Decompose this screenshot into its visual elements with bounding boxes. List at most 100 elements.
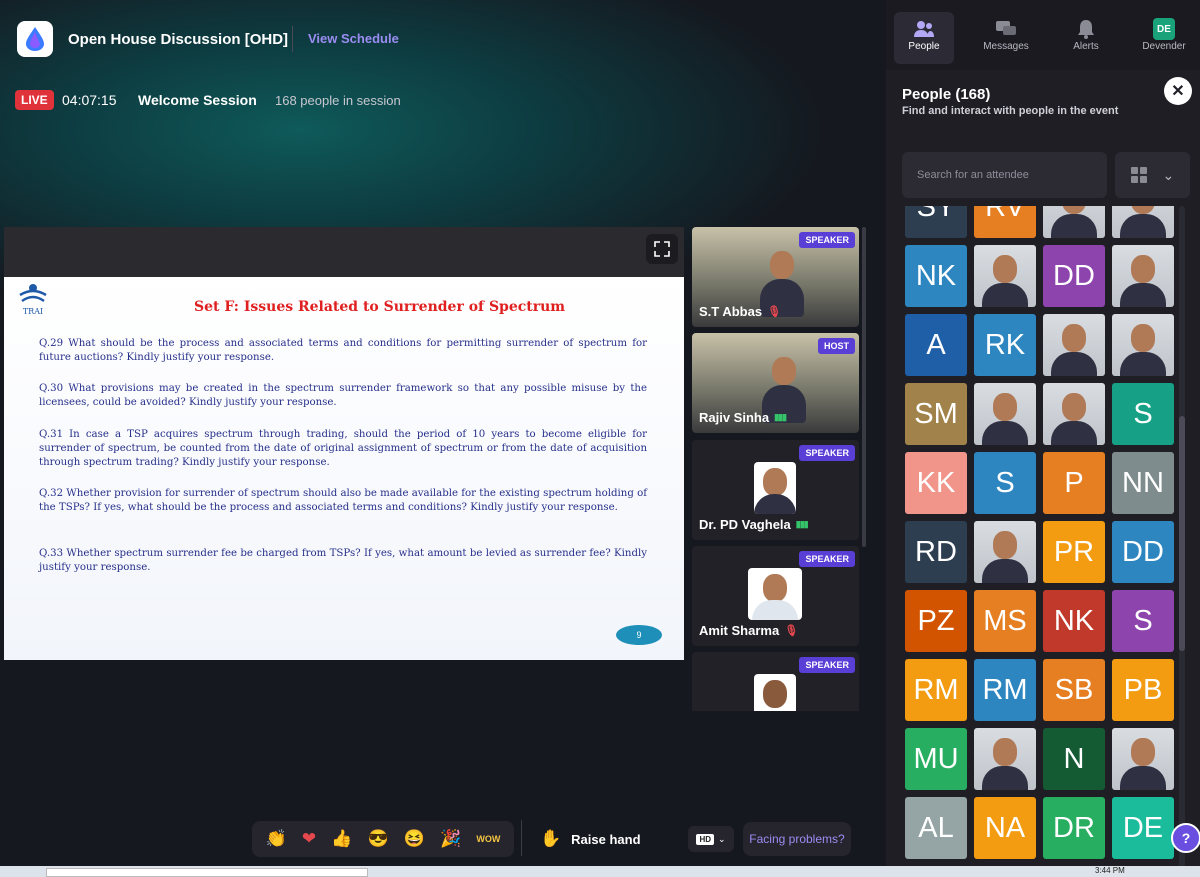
speaker-tile[interactable]: SPEAKER Dr. PD Vaghela ▮▮▮	[692, 440, 859, 540]
attendee-initials: PR	[1053, 535, 1095, 568]
attendee-avatar[interactable]: S	[974, 452, 1036, 514]
attendee-initials: MU	[913, 742, 959, 775]
cool-icon[interactable]: 😎	[368, 829, 389, 849]
attendee-avatar[interactable]: NA	[974, 797, 1036, 859]
attendee-scrollbar[interactable]	[1179, 206, 1185, 871]
attendee-avatar[interactable]: RM	[905, 659, 967, 721]
attendee-avatar[interactable]	[1112, 314, 1174, 376]
attendee-avatar[interactable]: NK	[1043, 590, 1105, 652]
attendee-avatar[interactable]: RM	[974, 659, 1036, 721]
avatar	[754, 462, 796, 514]
speaker-tile[interactable]: SPEAKER S.T Abbas 🎙	[692, 227, 859, 327]
tab-people[interactable]: People	[894, 12, 954, 64]
attendee-initials: SM	[914, 397, 958, 430]
attendee-avatar[interactable]: SM	[905, 383, 967, 445]
speaker-tile[interactable]: SPEAKER Amit Sharma 🎙	[692, 546, 859, 646]
attendee-avatar[interactable]: N	[1043, 728, 1105, 790]
divider	[292, 26, 293, 52]
tab-profile[interactable]: DE Devender	[1134, 12, 1194, 64]
speaker-scrollbar[interactable]	[862, 227, 866, 547]
attendee-initials: DE	[1122, 811, 1164, 844]
attendee-avatar[interactable]	[974, 383, 1036, 445]
attendee-initials: S	[1133, 397, 1153, 430]
quality-selector[interactable]: HD ⌄	[688, 826, 734, 852]
attendee-avatar[interactable]	[1043, 206, 1105, 238]
attendee-avatar[interactable]	[1112, 206, 1174, 238]
top-bar: Open House Discussion [OHD] View Schedul…	[0, 0, 886, 78]
attendee-initials: SY	[916, 206, 956, 223]
attendee-initials: DD	[1122, 535, 1164, 568]
attendee-avatar[interactable]	[1043, 383, 1105, 445]
attendee-avatar[interactable]: P	[1043, 452, 1105, 514]
help-button[interactable]: ?	[1171, 823, 1200, 853]
speaker-list[interactable]: SPEAKER S.T Abbas 🎙 HOST Rajiv Sinha ▮▮▮ S…	[692, 227, 859, 711]
attendee-initials: PB	[1123, 673, 1163, 706]
mic-off-icon: 🎙	[767, 306, 782, 318]
attendee-avatar[interactable]: DE	[1112, 797, 1174, 859]
attendee-avatar[interactable]: RV	[974, 206, 1036, 238]
tab-alerts[interactable]: Alerts	[1056, 12, 1116, 64]
app-logo[interactable]	[17, 21, 53, 57]
tab-label: Messages	[983, 41, 1029, 52]
attendee-avatar[interactable]: S	[1112, 590, 1174, 652]
people-icon	[914, 21, 934, 37]
attendee-avatar[interactable]: KK	[905, 452, 967, 514]
attendee-initials: N	[1063, 742, 1085, 775]
attendee-avatar[interactable]: PB	[1112, 659, 1174, 721]
attendee-avatar[interactable]	[974, 521, 1036, 583]
clap-icon[interactable]: 👏	[266, 829, 287, 849]
attendee-avatar[interactable]: NK	[905, 245, 967, 307]
raise-hand-label: Raise hand	[571, 831, 641, 847]
avatar: DE	[1153, 18, 1175, 40]
attendee-avatar[interactable]: DR	[1043, 797, 1105, 859]
attendee-avatar[interactable]: SB	[1043, 659, 1105, 721]
thumbs-up-icon[interactable]: 👍	[331, 829, 352, 849]
close-button[interactable]: ✕	[1164, 77, 1192, 105]
speaker-tile[interactable]: HOST Rajiv Sinha ▮▮▮	[692, 333, 859, 433]
attendee-avatar[interactable]: MS	[974, 590, 1036, 652]
attendee-avatar[interactable]: AL	[905, 797, 967, 859]
speaker-tile[interactable]: SPEAKER	[692, 652, 859, 711]
attendee-avatar[interactable]: RK	[974, 314, 1036, 376]
attendee-avatar[interactable]: DD	[1112, 521, 1174, 583]
slide-question: Q.29 What should be the process and asso…	[39, 338, 647, 363]
fullscreen-button[interactable]	[646, 234, 678, 264]
view-toggle[interactable]: ⌄	[1115, 152, 1190, 198]
attendee-initials: RM	[982, 673, 1028, 706]
attendee-avatar[interactable]	[1043, 314, 1105, 376]
attendee-photo	[1062, 206, 1086, 214]
attendee-avatar[interactable]	[974, 245, 1036, 307]
party-icon[interactable]: 🎉	[440, 829, 461, 849]
attendee-avatar[interactable]: DD	[1043, 245, 1105, 307]
wow-icon[interactable]: WOW	[476, 834, 500, 844]
attendee-avatar[interactable]: RD	[905, 521, 967, 583]
attendee-avatar[interactable]: PZ	[905, 590, 967, 652]
os-search-box[interactable]	[46, 868, 368, 877]
hd-label: HD	[696, 833, 714, 845]
heart-icon[interactable]: ❤	[302, 829, 316, 849]
bell-icon	[1078, 20, 1094, 39]
attendee-initials: KK	[916, 466, 956, 499]
attendee-avatar[interactable]	[1112, 728, 1174, 790]
attendee-avatar[interactable]: PR	[1043, 521, 1105, 583]
audio-level-icon: ▮▮▮	[795, 519, 809, 529]
attendee-initials: P	[1064, 466, 1084, 499]
attendee-avatar[interactable]: A	[905, 314, 967, 376]
event-title: Open House Discussion [OHD]	[68, 31, 289, 48]
facing-problems-button[interactable]: Facing problems?	[743, 822, 851, 856]
laugh-icon[interactable]: 😆	[404, 829, 425, 849]
slide-question: Q.31 In case a TSP acquires spectrum thr…	[39, 429, 647, 468]
raise-hand-button[interactable]: ✋ Raise hand	[532, 821, 642, 857]
attendee-avatar[interactable]: SY	[905, 206, 967, 238]
tab-messages[interactable]: Messages	[976, 12, 1036, 64]
attendee-avatar[interactable]: NN	[1112, 452, 1174, 514]
attendee-photo	[1131, 324, 1155, 352]
session-name: Welcome Session	[138, 92, 257, 108]
view-schedule-link[interactable]: View Schedule	[308, 31, 399, 46]
search-input[interactable]	[917, 169, 1092, 181]
attendee-avatar[interactable]: S	[1112, 383, 1174, 445]
attendee-grid[interactable]: SY RV NK DD A RK SM S KK S P NN RD PR DD PZ MS NK S RM RM SB P…	[905, 206, 1177, 866]
attendee-avatar[interactable]	[1112, 245, 1174, 307]
attendee-avatar[interactable]: MU	[905, 728, 967, 790]
attendee-avatar[interactable]	[974, 728, 1036, 790]
